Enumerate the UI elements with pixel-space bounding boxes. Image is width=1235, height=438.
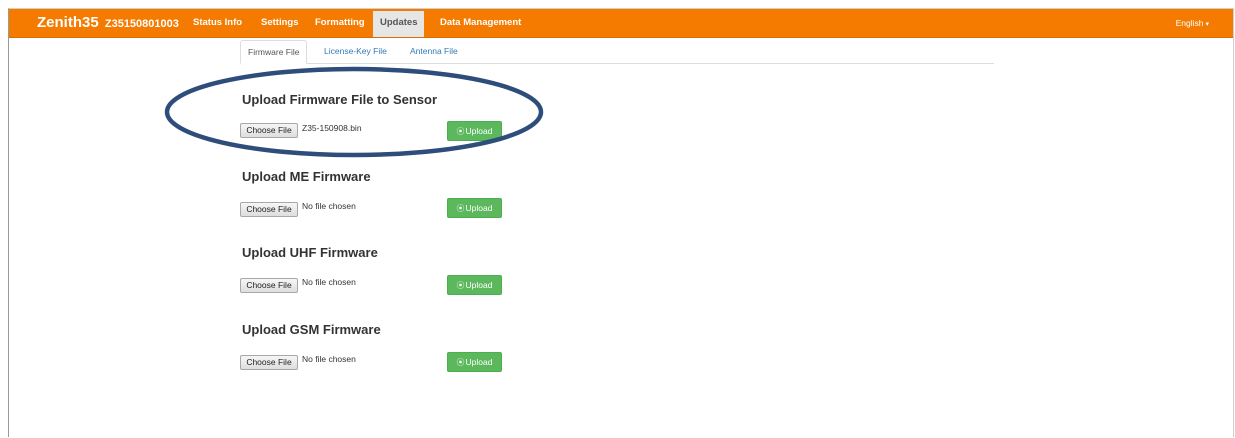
nav-data-management[interactable]: Data Management xyxy=(440,9,521,37)
file-name-firmware: Z35-150908.bin xyxy=(302,123,362,133)
file-name-me: No file chosen xyxy=(302,201,356,211)
upload-icon: ⦿ xyxy=(456,127,465,136)
tab-firmware-file[interactable]: Firmware File xyxy=(240,40,308,64)
upload-icon: ⦿ xyxy=(456,281,465,290)
nav-settings[interactable]: Settings xyxy=(261,9,298,37)
choose-file-button-firmware[interactable]: Choose File xyxy=(240,123,298,138)
upload-button-gsm[interactable]: ⦿Upload xyxy=(447,352,502,372)
tab-license-key-file[interactable]: License-Key File xyxy=(324,40,387,63)
choose-file-button-me[interactable]: Choose File xyxy=(240,202,298,217)
file-name-uhf: No file chosen xyxy=(302,277,356,287)
nav-updates[interactable]: Updates xyxy=(373,11,425,37)
upload-button-firmware[interactable]: ⦿Upload xyxy=(447,121,502,141)
browser-frame xyxy=(8,8,1234,437)
choose-file-button-uhf[interactable]: Choose File xyxy=(240,278,298,293)
update-tabs: Firmware File License-Key File Antenna F… xyxy=(240,40,994,64)
nav-status-info[interactable]: Status Info xyxy=(193,9,242,37)
upload-button-uhf[interactable]: ⦿Upload xyxy=(447,275,502,295)
upload-label: Upload xyxy=(465,357,493,367)
upload-label: Upload xyxy=(465,203,493,213)
top-navbar: Zenith35 Z35150801003 Status Info Settin… xyxy=(9,9,1233,38)
upload-label: Upload xyxy=(465,126,493,136)
upload-button-me[interactable]: ⦿Upload xyxy=(447,198,502,218)
brand-name: Zenith35 xyxy=(37,14,99,31)
device-serial: Z35150801003 xyxy=(104,18,179,30)
language-dropdown[interactable]: English ▾ xyxy=(1176,9,1209,37)
upload-icon: ⦿ xyxy=(456,358,465,367)
section-title-firmware: Upload Firmware File to Sensor xyxy=(242,92,438,107)
choose-file-button-gsm[interactable]: Choose File xyxy=(240,355,298,370)
upload-icon: ⦿ xyxy=(456,204,465,213)
language-label: English xyxy=(1175,18,1204,28)
section-title-uhf-firmware: Upload UHF Firmware xyxy=(242,245,378,260)
file-name-gsm: No file chosen xyxy=(302,354,356,364)
upload-label: Upload xyxy=(465,280,493,290)
tab-antenna-file[interactable]: Antenna File xyxy=(410,40,458,63)
section-title-gsm-firmware: Upload GSM Firmware xyxy=(242,322,381,337)
section-title-me-firmware: Upload ME Firmware xyxy=(242,169,371,184)
caret-down-icon: ▾ xyxy=(1205,21,1209,28)
brand[interactable]: Zenith35 Z35150801003 xyxy=(37,9,179,37)
nav-formatting[interactable]: Formatting xyxy=(315,9,365,37)
